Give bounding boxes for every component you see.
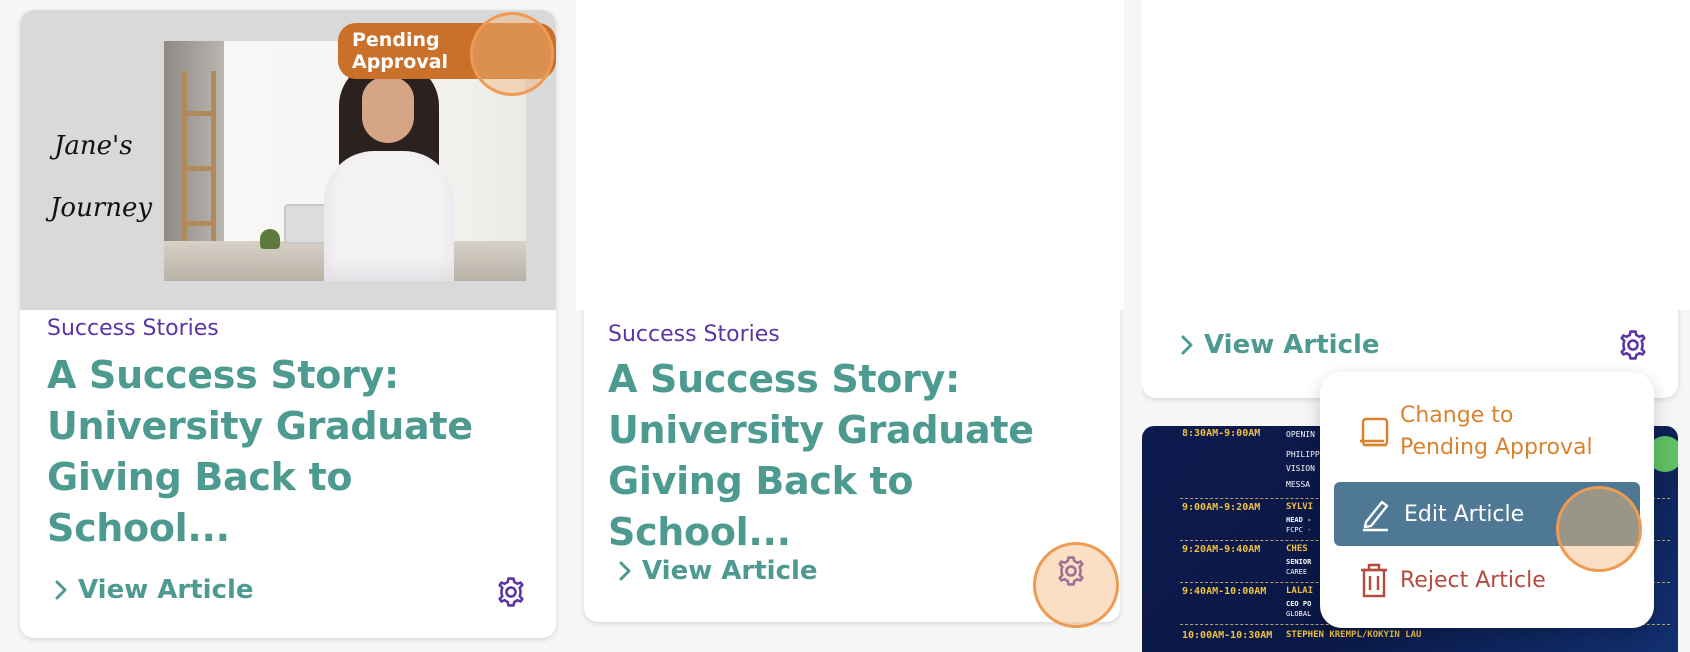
article-card-1: Jane's Journey Pending Approval Success … [20,10,556,638]
pending-approval-badge[interactable]: Pending Approval [338,23,556,79]
trash-icon [1361,563,1387,598]
image-text-line2: Journey [50,193,153,223]
column-2-top-blank [576,0,1124,310]
column-2: Success Stories A Success Story: Univers… [576,310,1124,652]
person-shirt [324,151,454,281]
ladder-shelf [182,71,216,266]
view-article-label: View Article [642,556,818,586]
menu-edit-article[interactable]: Edit Article [1334,482,1640,546]
view-article-link[interactable]: View Article [54,575,254,605]
reject-article-label: Reject Article [1400,567,1546,593]
edit-article-label: Edit Article [1404,501,1525,527]
gear-icon[interactable] [494,575,528,609]
gear-icon[interactable] [1054,554,1088,588]
chevron-right-icon [55,580,67,600]
menu-change-to-pending[interactable]: Change to Pending Approval [1358,400,1593,464]
journey-script-text: Jane's Journey [50,115,152,239]
article-card-2: Success Stories A Success Story: Univers… [584,310,1120,622]
category-label[interactable]: Success Stories [47,316,219,341]
person-face [362,77,414,143]
scroll-icon [1360,417,1389,447]
view-article-link[interactable]: View Article [1180,330,1380,360]
article-title[interactable]: A Success Story: University Graduate Giv… [47,350,527,554]
chevron-right-icon [619,561,631,581]
view-article-label: View Article [78,575,254,605]
article-title[interactable]: A Success Story: University Graduate Giv… [608,354,1088,558]
image-text-line1: Jane's [54,131,133,161]
change-label-line1: Change to [1400,403,1514,428]
view-article-link[interactable]: View Article [618,556,818,586]
chevron-right-icon [1181,335,1193,355]
change-label-line2: Pending Approval [1400,435,1593,460]
category-label[interactable]: Success Stories [608,322,780,347]
article-actions-menu: Change to Pending Approval Edit Article … [1320,372,1654,628]
pencil-icon [1363,500,1389,532]
view-article-label: View Article [1204,330,1380,360]
column-3-top-blank [1142,0,1690,310]
plant [260,229,280,249]
gear-icon[interactable] [1616,328,1650,362]
menu-reject-article[interactable]: Reject Article [1358,562,1546,598]
